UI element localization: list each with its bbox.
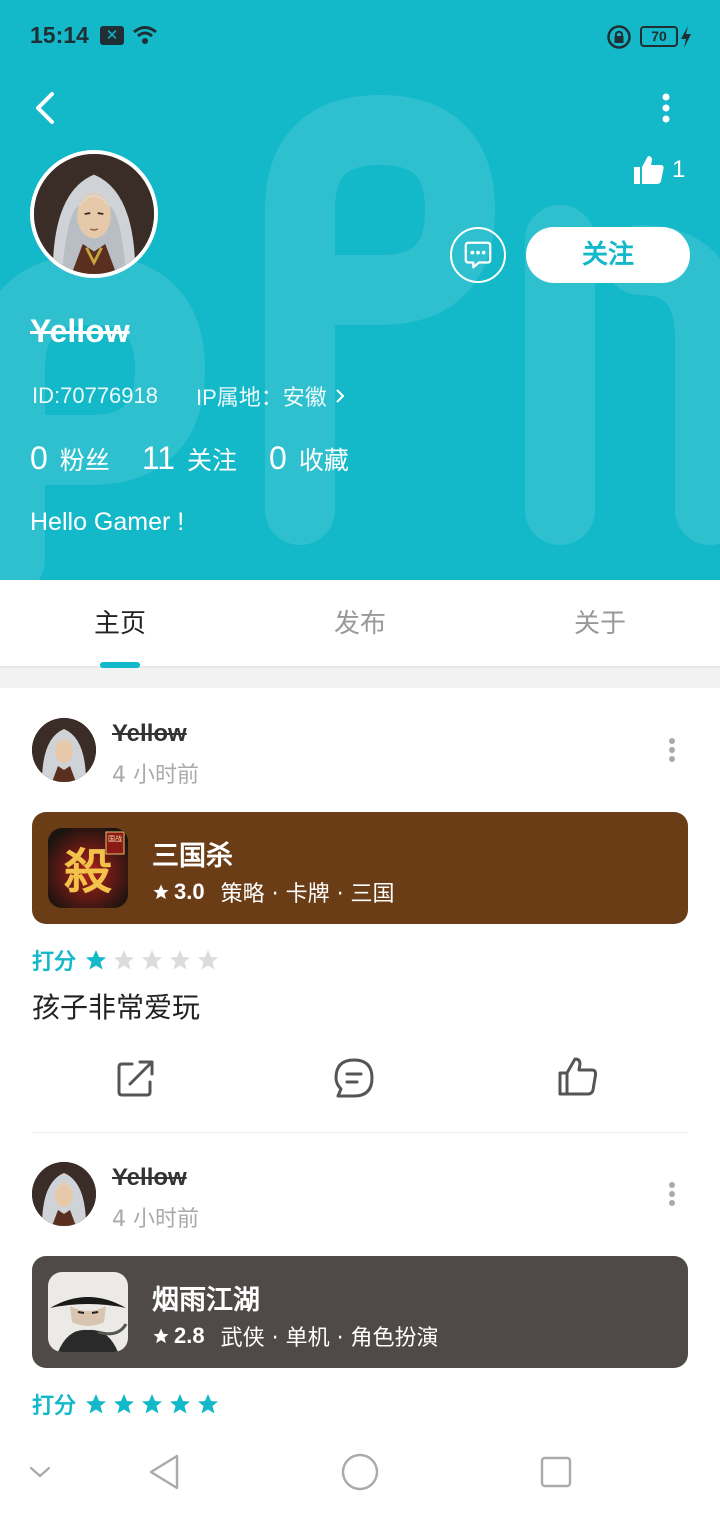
star-empty-icon [142,950,163,970]
stat-number: 0 [30,440,48,476]
thumbs-up-outline-icon[interactable] [556,1054,600,1098]
star-filled-icon [86,1394,107,1414]
follow-button[interactable]: 关注 [526,227,690,283]
watermark-logo [0,95,720,580]
stat-number: 11 [141,440,176,476]
x-notification-icon: ✕ [100,26,124,45]
back-icon[interactable] [26,84,66,132]
more-vertical-icon[interactable] [650,84,682,132]
nav-back-icon[interactable] [146,1452,182,1492]
game-icon-yanyujianghu [48,1272,128,1352]
profile-avatar[interactable] [30,150,158,278]
system-nav-bar [0,1430,720,1520]
game-name: 烟雨江湖 [152,1285,260,1316]
stat-number: 0 [269,440,287,476]
profile-username: Yellow [30,313,130,349]
tab-about[interactable]: 关于 [480,580,720,668]
chat-bubble-icon [464,241,492,269]
thumbs-up-icon [634,156,664,184]
post-time: 4 小时前 [112,763,199,788]
tab-home[interactable]: 主页 [0,580,240,668]
rating-row: 打分 [32,944,224,976]
star-filled-icon [170,1394,191,1414]
profile-header: 15:14 ✕ 70 1 关注 Yellow ID:70776918 IP属地：… [0,0,720,580]
user-id: ID:70776918 [32,383,158,408]
post-avatar[interactable] [32,718,96,782]
game-icon-sanguosha: 殺 国战 [48,828,128,908]
game-name: 三国杀 [152,841,233,872]
id-row: ID:70776918 IP属地：安徽 [32,380,347,412]
star-empty-icon [198,950,219,970]
game-tags: 武侠 · 单机 · 角色扮演 [220,1326,439,1351]
comment-icon[interactable] [332,1056,376,1100]
game-card[interactable]: 烟雨江湖 2.8 武侠 · 单机 · 角色扮演 [32,1256,688,1368]
star-filled-icon [86,950,107,970]
ip-location: IP属地：安徽 [196,385,327,410]
post-username[interactable]: Yellow [112,1164,187,1192]
wifi-icon [133,26,157,44]
stat-label: 收藏 [298,446,349,475]
stat-label: 粉丝 [59,446,110,475]
post-separator [32,1132,688,1133]
game-meta: 3.0 策略 · 卡牌 · 三国 [152,876,395,908]
section-divider [0,668,720,688]
star-filled-icon [114,1394,135,1414]
star-filled-icon [198,1394,219,1414]
post-time: 4 小时前 [112,1207,199,1232]
like-count: 1 [672,156,686,183]
nav-home-icon[interactable] [340,1452,380,1492]
profile-like-button[interactable]: 1 [632,150,685,190]
status-bar: 15:14 ✕ 70 [0,0,720,72]
stat-following[interactable]: 11 关注 [142,440,237,477]
rating-row: 打分 [32,1388,224,1420]
profile-bio: Hello Gamer ! [30,508,185,536]
status-time: 15:14 [30,22,89,48]
stat-label: 关注 [187,446,238,475]
star-icon [153,1328,169,1344]
game-icon-badge: 国战 [108,834,122,843]
tab-posts[interactable]: 发布 [240,580,480,668]
stat-favorites[interactable]: 0 收藏 [269,440,349,477]
chevron-down-icon[interactable] [28,1462,52,1482]
tab-bar: 主页 发布 关于 [0,580,720,668]
game-card[interactable]: 殺 国战 三国杀 3.0 策略 · 卡牌 · 三国 [32,812,688,924]
star-empty-icon [170,950,191,970]
charging-icon [681,26,691,48]
game-meta: 2.8 武侠 · 单机 · 角色扮演 [152,1320,439,1352]
star-empty-icon [114,950,135,970]
ip-location-link[interactable]: IP属地：安徽 [196,380,347,412]
game-tags: 策略 · 卡牌 · 三国 [220,882,395,907]
share-icon[interactable] [114,1056,158,1100]
nav-recents-icon[interactable] [538,1454,574,1490]
post-avatar[interactable] [32,1162,96,1226]
star-icon [153,884,169,900]
post-text: 孩子非常爱玩 [32,991,201,1024]
stats-row: 0 粉丝 11 关注 0 收藏 [30,440,381,477]
more-vertical-icon[interactable] [660,1176,684,1212]
more-vertical-icon[interactable] [660,732,684,768]
rating-label: 打分 [32,1394,77,1419]
battery-icon: 70 [640,26,678,47]
rating-label: 打分 [32,950,77,975]
chevron-right-icon [336,389,345,403]
game-score: 2.8 [174,1323,205,1348]
stat-fans[interactable]: 0 粉丝 [30,440,110,477]
post-username[interactable]: Yellow [112,720,187,748]
star-filled-icon [142,1394,163,1414]
game-icon-glyph: 殺 [64,844,112,900]
game-score: 3.0 [174,879,205,904]
message-button[interactable] [450,227,506,283]
rotation-lock-icon [607,25,631,49]
